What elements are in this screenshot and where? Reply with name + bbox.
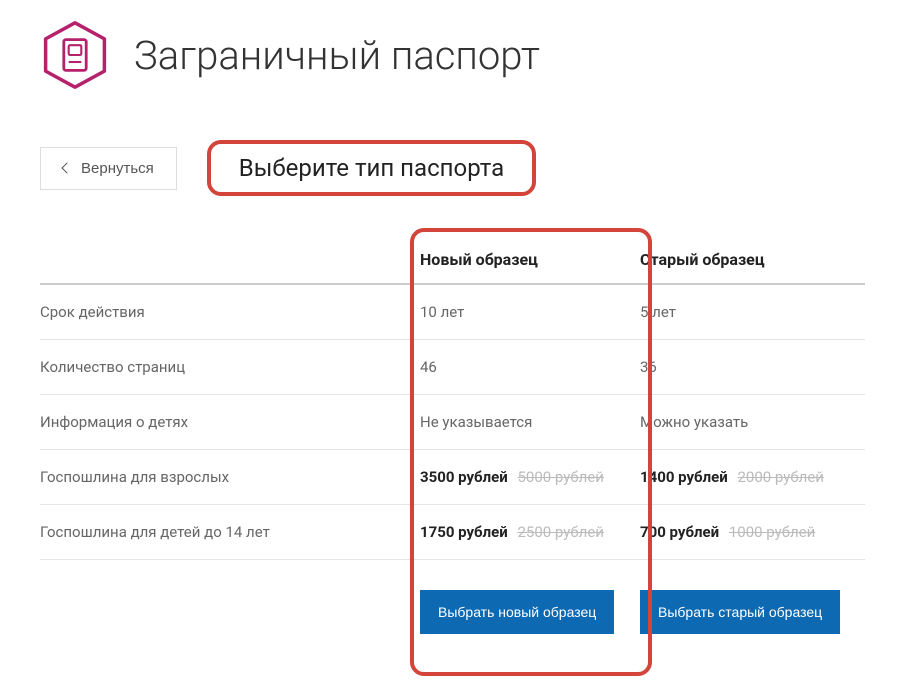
select-old-button[interactable]: Выбрать старый образец <box>640 590 840 634</box>
passport-icon <box>40 20 110 90</box>
row-fee-adult: Госпошлина для взрослых 3500 рублей 5000… <box>40 450 865 505</box>
table-header: . Новый образец Старый образец <box>40 236 865 285</box>
price-original: 5000 рублей <box>517 468 603 486</box>
row-validity: Срок действия 10 лет 5 лет <box>40 285 865 340</box>
row-label: Количество страниц <box>40 358 420 376</box>
cell-old: 1400 рублей 2000 рублей <box>640 468 865 486</box>
price-original: 1000 рублей <box>729 523 815 541</box>
cell-old: 700 рублей 1000 рублей <box>640 523 865 541</box>
row-label: Госпошлина для детей до 14 лет <box>40 523 420 541</box>
page-title: Заграничный паспорт <box>134 32 540 79</box>
cell-new: 1750 рублей 2500 рублей <box>420 523 640 541</box>
price-original: 2500 рублей <box>517 523 603 541</box>
back-button-label: Вернуться <box>81 160 154 177</box>
comparison-table: . Новый образец Старый образец Срок дейс… <box>40 236 865 634</box>
price-original: 2000 рублей <box>737 468 823 486</box>
back-button[interactable]: Вернуться <box>40 147 177 190</box>
chevron-left-icon <box>61 162 72 173</box>
cell-old: Можно указать <box>640 413 865 431</box>
price-discount: 1750 рублей <box>420 523 508 541</box>
row-label: Срок действия <box>40 303 420 321</box>
buttons-row: Выбрать новый образец Выбрать старый обр… <box>40 560 865 634</box>
price-discount: 1400 рублей <box>640 468 728 486</box>
row-fee-child: Госпошлина для детей до 14 лет 1750 рубл… <box>40 505 865 560</box>
price-discount: 700 рублей <box>640 523 719 541</box>
column-header-old: Старый образец <box>640 250 865 269</box>
cell-new: 3500 рублей 5000 рублей <box>420 468 640 486</box>
cell-old: 5 лет <box>640 303 865 321</box>
column-header-new: Новый образец <box>420 250 640 269</box>
cell-new: 46 <box>420 358 640 376</box>
cell-old: 36 <box>640 358 865 376</box>
row-children: Информация о детях Не указывается Можно … <box>40 395 865 450</box>
row-pages: Количество страниц 46 36 <box>40 340 865 395</box>
section-title: Выберите тип паспорта <box>207 140 536 196</box>
price-discount: 3500 рублей <box>420 468 508 486</box>
row-label: Госпошлина для взрослых <box>40 468 420 486</box>
select-new-button[interactable]: Выбрать новый образец <box>420 590 614 634</box>
cell-new: 10 лет <box>420 303 640 321</box>
cell-new: Не указывается <box>420 413 640 431</box>
row-label: Информация о детях <box>40 413 420 431</box>
